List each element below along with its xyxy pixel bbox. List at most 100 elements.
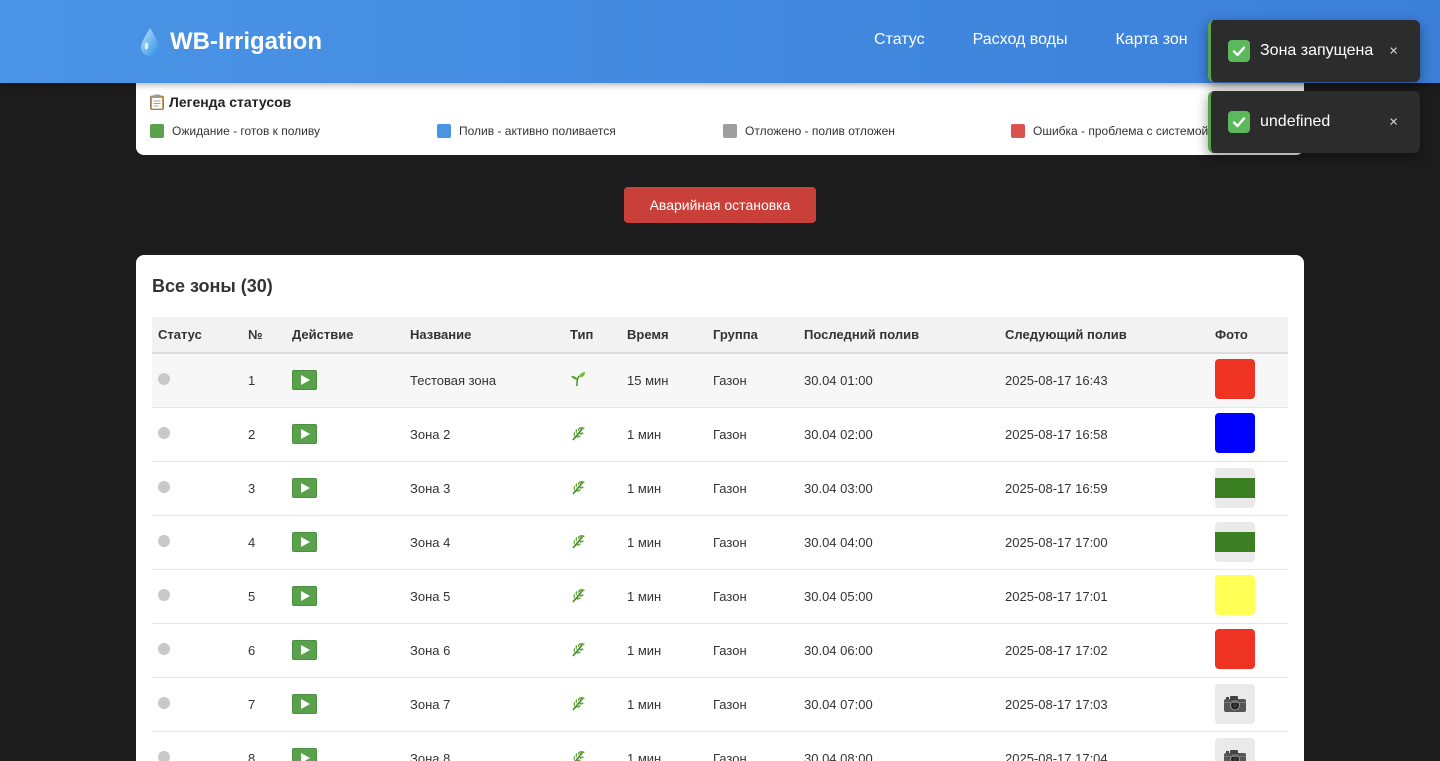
zone-group: Газон [713, 372, 747, 388]
zone-group: Газон [713, 426, 747, 442]
zone-group: Газон [713, 750, 747, 761]
zone-action-cell [286, 569, 404, 623]
zone-status-cell [152, 515, 242, 569]
col-type[interactable]: Тип [564, 317, 621, 354]
herb-icon [570, 480, 586, 498]
nav-status[interactable]: Статус [874, 31, 925, 49]
zone-last-watering: 30.04 01:00 [804, 372, 873, 388]
status-dot [158, 426, 170, 439]
legend-label-waiting: Ожидание - готов к поливу [172, 124, 320, 138]
zone-type-cell [564, 407, 621, 461]
zone-time: 1 мин [627, 534, 662, 550]
nav-zone-map[interactable]: Карта зон [1115, 31, 1187, 49]
zone-number: 6 [248, 642, 256, 658]
zone-number: 7 [248, 696, 256, 712]
zone-photo-cell [1209, 407, 1288, 461]
zone-last-watering: 30.04 07:00 [804, 696, 873, 712]
zone-next-watering: 2025-08-17 17:04 [1005, 750, 1108, 761]
table-row: 8 Зона 8 1 мин Газон 30.04 08:00 2025-08-17 1… [152, 731, 1288, 761]
zone-photo[interactable] [1215, 522, 1255, 562]
close-icon[interactable]: × [1389, 43, 1398, 60]
col-action[interactable]: Действие [286, 317, 404, 354]
camera-icon[interactable] [1215, 684, 1255, 724]
zone-status-cell [152, 677, 242, 731]
zones-table: Статус № Действие Название Тип Время Гру… [152, 317, 1288, 761]
col-status[interactable]: Статус [152, 317, 242, 354]
zone-photo-cell [1209, 623, 1288, 677]
zone-type-cell [564, 623, 621, 677]
zone-photo[interactable] [1215, 628, 1255, 669]
zone-action-cell [286, 515, 404, 569]
zone-next-watering: 2025-08-17 16:43 [1005, 372, 1108, 388]
col-name[interactable]: Название [404, 317, 564, 354]
zone-time: 1 мин [627, 426, 662, 442]
emergency-stop-button[interactable]: Аварийная остановка [624, 187, 816, 223]
seedling-icon [570, 371, 586, 390]
zone-next-watering: 2025-08-17 16:58 [1005, 426, 1108, 442]
status-dot [158, 372, 170, 385]
legend-item-error: Ошибка - проблема с системой [1011, 124, 1208, 138]
zone-time: 1 мин [627, 750, 662, 761]
brand[interactable]: WB-Irrigation [140, 24, 322, 60]
legend-label-postponed: Отложено - полив отложен [745, 124, 895, 138]
zone-number: 8 [248, 750, 256, 761]
zone-next-watering: 2025-08-17 17:01 [1005, 588, 1108, 604]
zone-last-watering: 30.04 06:00 [804, 642, 873, 658]
zone-action-cell [286, 677, 404, 731]
zone-photo[interactable] [1215, 358, 1255, 399]
toast-message: Зона запущена [1260, 42, 1374, 59]
zone-photo-cell [1209, 461, 1288, 515]
table-row: 3 Зона 3 1 мин Газон 30.04 03:00 2025-08-17 1… [152, 461, 1288, 515]
zone-time: 1 мин [627, 696, 662, 712]
status-dot [158, 750, 170, 761]
zone-group: Газон [713, 642, 747, 658]
legend-item-watering: Полив - активно поливается [437, 124, 616, 138]
play-icon[interactable] [292, 640, 317, 660]
zone-number: 5 [248, 588, 256, 604]
nav-water-usage[interactable]: Расход воды [973, 31, 1068, 49]
toast-undefined: undefined × [1208, 91, 1420, 153]
play-icon[interactable] [292, 370, 317, 391]
zone-time: 1 мин [627, 642, 662, 658]
play-icon[interactable] [292, 424, 317, 444]
zone-photo-cell [1209, 731, 1288, 761]
play-icon[interactable] [292, 532, 317, 552]
play-icon[interactable] [292, 586, 317, 606]
zone-next-watering: 2025-08-17 17:02 [1005, 642, 1108, 658]
col-time[interactable]: Время [621, 317, 707, 354]
zone-action-cell [286, 353, 404, 407]
play-icon[interactable] [292, 694, 317, 714]
zone-time: 1 мин [627, 480, 662, 496]
herb-icon [570, 750, 586, 761]
col-number[interactable]: № [242, 317, 286, 354]
zone-photo-cell [1209, 353, 1288, 407]
play-icon[interactable] [292, 478, 317, 498]
zone-photo-cell [1209, 515, 1288, 569]
play-icon[interactable] [292, 748, 317, 761]
table-row: 2 Зона 2 1 мин Газон 30.04 02:00 2025-08-17 1… [152, 407, 1288, 461]
table-row: 4 Зона 4 1 мин Газон 30.04 04:00 2025-08-17 1… [152, 515, 1288, 569]
table-row: 7 Зона 7 1 мин Газон 30.04 07:00 2025-08-17 1… [152, 677, 1288, 731]
col-last-watering[interactable]: Последний полив [798, 317, 999, 354]
zone-photo[interactable] [1215, 574, 1255, 615]
col-next-watering[interactable]: Следующий полив [999, 317, 1209, 354]
legend-swatch-postponed [723, 124, 737, 138]
water-drop-icon [141, 28, 159, 56]
col-photo[interactable]: Фото [1209, 317, 1288, 354]
col-group[interactable]: Группа [707, 317, 798, 354]
zone-last-watering: 30.04 05:00 [804, 588, 873, 604]
table-row: 5 Зона 5 1 мин Газон 30.04 05:00 2025-08-17 1… [152, 569, 1288, 623]
status-dot [158, 534, 170, 547]
zone-time: 15 мин [627, 372, 669, 388]
close-icon[interactable]: × [1389, 114, 1398, 131]
zone-number: 2 [248, 426, 256, 442]
zone-photo[interactable] [1215, 468, 1255, 508]
zone-name: Зона 8 [410, 750, 451, 761]
zone-photo[interactable] [1215, 412, 1255, 453]
legend-label-watering: Полив - активно поливается [459, 124, 616, 138]
camera-icon[interactable] [1215, 738, 1255, 761]
herb-icon [570, 696, 586, 714]
zone-group: Газон [713, 480, 747, 496]
zones-title: Все зоны (30) [152, 276, 273, 296]
zone-last-watering: 30.04 03:00 [804, 480, 873, 496]
